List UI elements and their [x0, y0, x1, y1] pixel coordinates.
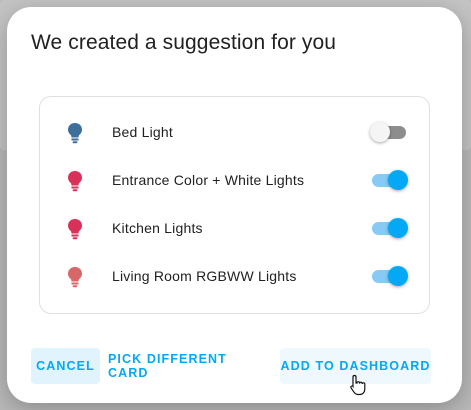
switch-thumb	[388, 218, 408, 238]
entities-card: Bed Light Entrance Color + White Lights	[39, 96, 430, 314]
entity-row-entrance-lights: Entrance Color + White Lights	[40, 160, 429, 200]
lightbulb-icon	[68, 267, 82, 288]
lightbulb-icon	[68, 171, 82, 192]
entity-name: Kitchen Lights	[112, 220, 203, 236]
entity-name: Bed Light	[112, 124, 173, 140]
suggestion-dialog: We created a suggestion for you Bed Ligh…	[7, 7, 462, 403]
switch-thumb	[370, 122, 390, 142]
switch-thumb	[388, 266, 408, 286]
switch-thumb	[388, 170, 408, 190]
lightbulb-icon	[68, 219, 82, 240]
toggle-switch[interactable]	[370, 170, 408, 190]
hand-pointer-icon	[350, 374, 366, 396]
toggle-switch[interactable]	[370, 266, 408, 286]
dialog-title: We created a suggestion for you	[31, 31, 337, 54]
entity-row-living-room-lights: Living Room RGBWW Lights	[40, 256, 429, 296]
cancel-button[interactable]: CANCEL	[31, 348, 100, 384]
entity-name: Living Room RGBWW Lights	[112, 268, 297, 284]
entity-row-bed-light: Bed Light	[40, 112, 429, 152]
pick-different-card-button[interactable]: PICK DIFFERENT CARD	[108, 348, 270, 384]
toggle-switch[interactable]	[370, 122, 408, 142]
toggle-switch[interactable]	[370, 218, 408, 238]
lightbulb-icon	[68, 123, 82, 144]
entity-row-kitchen-lights: Kitchen Lights	[40, 208, 429, 248]
entity-name: Entrance Color + White Lights	[112, 172, 305, 188]
